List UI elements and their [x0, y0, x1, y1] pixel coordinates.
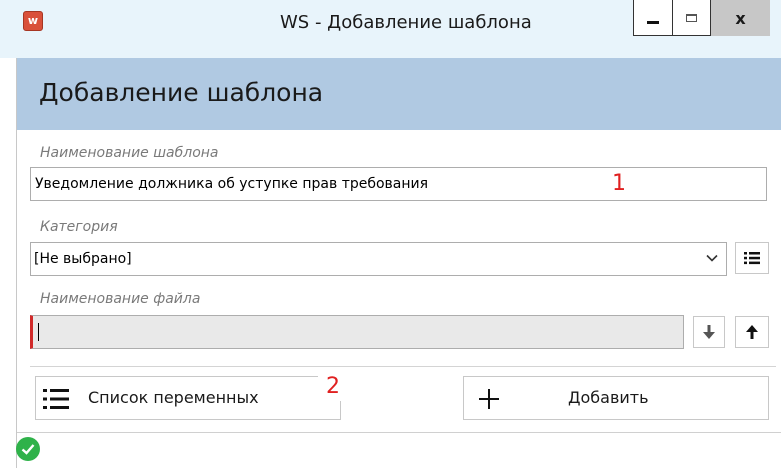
download-button[interactable] [693, 316, 725, 348]
dialog-window: w WS - Добавление шаблона x Добавление ш… [0, 0, 781, 469]
divider [30, 366, 776, 367]
close-icon: x [735, 8, 746, 28]
template-name-input[interactable]: Уведомление должника об уступке прав тре… [30, 167, 767, 201]
status-ok-icon [16, 437, 40, 461]
annotation-marker-2: 2 [318, 373, 348, 401]
minimize-icon [647, 21, 659, 24]
category-label: Категория [40, 219, 118, 235]
header-band: Добавление шаблона [17, 58, 781, 130]
app-icon: w [23, 11, 43, 31]
annotation-marker-1: 1 [600, 171, 638, 197]
maximize-icon [686, 13, 697, 22]
template-name-value: Уведомление должника об уступке прав тре… [35, 176, 429, 192]
file-name-label: Наименование файла [40, 291, 201, 307]
upload-button[interactable] [735, 316, 769, 348]
file-name-input[interactable] [30, 315, 684, 349]
add-label: Добавить [568, 388, 649, 407]
list-icon [43, 389, 69, 409]
window-title: WS - Добавление шаблона [280, 12, 532, 33]
category-select[interactable]: [Не выбрано] [30, 242, 727, 276]
chevron-down-icon [706, 253, 718, 266]
text-cursor [38, 323, 39, 341]
template-name-label: Наименование шаблона [40, 145, 219, 161]
maximize-button[interactable] [673, 0, 711, 36]
arrow-down-icon [703, 325, 715, 339]
arrow-up-icon [746, 325, 758, 339]
category-selected-value: [Не выбрано] [34, 251, 132, 267]
variables-list-button[interactable]: Список переменных [35, 376, 341, 420]
list-icon [744, 252, 760, 265]
category-list-button[interactable] [735, 242, 769, 274]
close-button[interactable]: x [711, 0, 770, 36]
variables-list-label: Список переменных [88, 388, 259, 407]
page-title: Добавление шаблона [39, 78, 324, 107]
add-button[interactable]: Добавить [463, 376, 769, 420]
minimize-button[interactable] [633, 0, 673, 36]
plus-icon [479, 389, 499, 409]
status-bar [16, 432, 781, 469]
title-bar: w WS - Добавление шаблона x [0, 0, 781, 58]
